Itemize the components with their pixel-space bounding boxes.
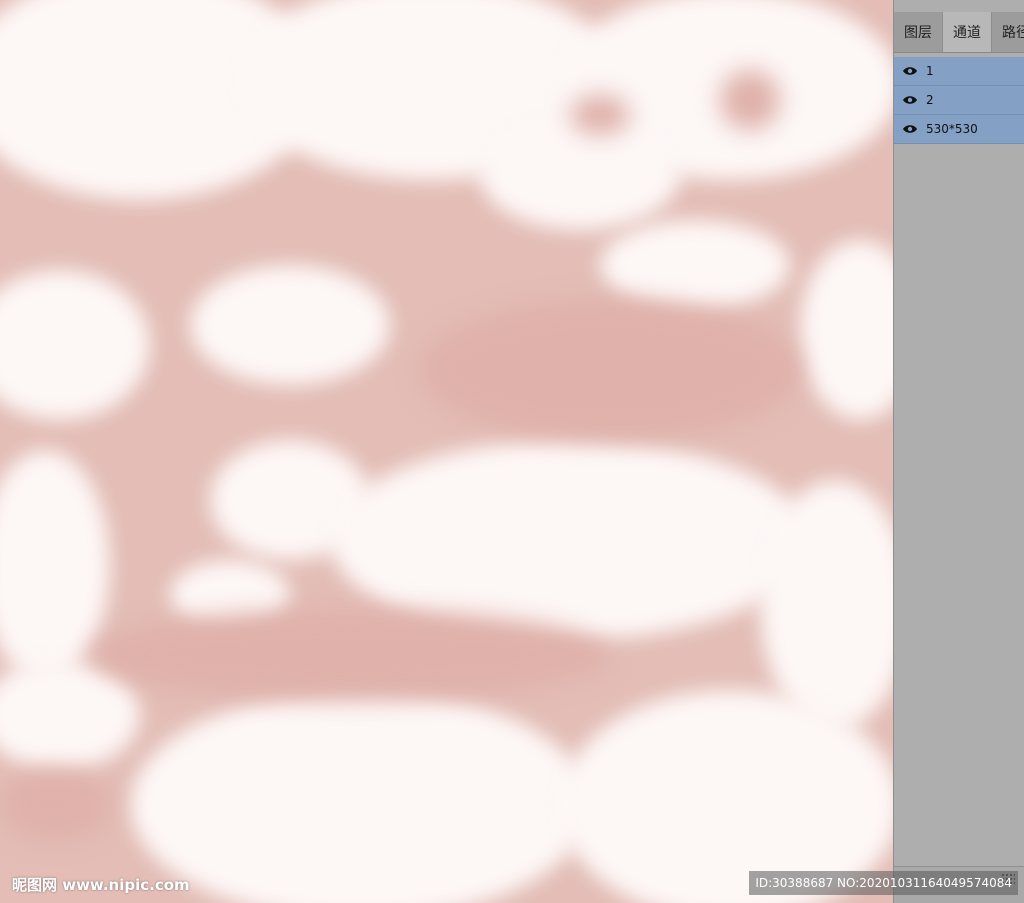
- channel-row-1[interactable]: 1: [894, 57, 1024, 86]
- texture-cloud: [600, 220, 790, 310]
- tab-channels[interactable]: 通道: [942, 12, 992, 52]
- eye-icon[interactable]: [894, 124, 926, 134]
- texture-cloud: [0, 270, 150, 420]
- texture-cloud: [760, 480, 893, 730]
- texture-blotch: [0, 770, 110, 840]
- texture-cloud: [480, 120, 680, 230]
- texture-cloud: [190, 265, 390, 385]
- channel-row-2[interactable]: 2: [894, 86, 1024, 115]
- panel-tabs: 图层 通道 路径: [894, 12, 1024, 53]
- site-watermark: 昵图网 www.nipic.com: [12, 876, 190, 894]
- id-watermark: ID:30388687 NO:20201031164049574084: [749, 871, 1018, 895]
- document-canvas[interactable]: [0, 0, 893, 903]
- channels-panel: 图层 通道 路径 1 2 530*530: [893, 0, 1024, 903]
- channel-list: 1 2 530*530: [894, 57, 1024, 144]
- channel-name: 1: [926, 64, 934, 78]
- texture-blotch: [420, 300, 800, 440]
- eye-icon[interactable]: [894, 95, 926, 105]
- texture-cloud: [130, 690, 590, 903]
- texture-cloud: [0, 450, 110, 680]
- texture-blotch: [570, 95, 630, 135]
- texture-cloud: [0, 660, 140, 770]
- texture-blotch: [90, 610, 610, 700]
- tab-paths[interactable]: 路径: [992, 12, 1024, 52]
- tab-layers[interactable]: 图层: [894, 12, 942, 52]
- channel-name: 2: [926, 93, 934, 107]
- texture-cloud: [800, 240, 893, 420]
- channel-name: 530*530: [926, 122, 978, 136]
- channel-row-3[interactable]: 530*530: [894, 115, 1024, 144]
- texture-blotch: [720, 70, 780, 130]
- eye-icon[interactable]: [894, 66, 926, 76]
